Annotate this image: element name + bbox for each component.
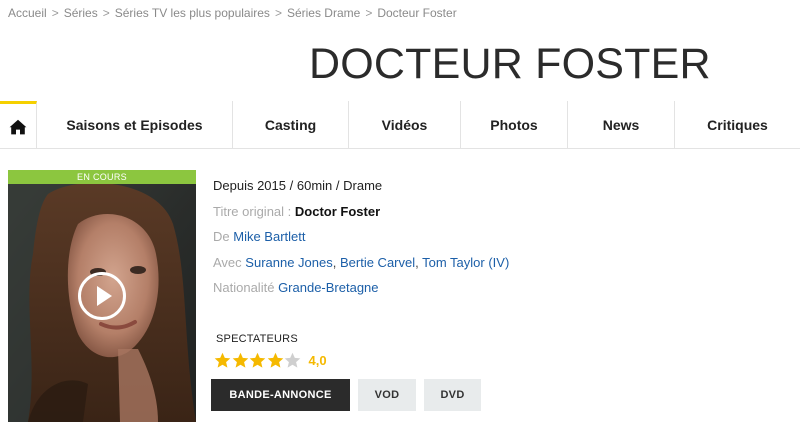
star-icon bbox=[214, 352, 231, 368]
page-title: DOCTEUR FOSTER bbox=[309, 40, 711, 88]
cast-link[interactable]: Suranne Jones bbox=[245, 255, 332, 270]
creator-link[interactable]: Mike Bartlett bbox=[233, 229, 305, 244]
series-poster[interactable]: EN COURS bbox=[8, 170, 196, 422]
series-info: Depuis 2015 / 60min / Drame Titre origin… bbox=[213, 178, 509, 306]
vod-button[interactable]: VOD bbox=[358, 379, 416, 411]
tab-photos[interactable]: Photos bbox=[461, 101, 568, 149]
info-row-nationality: Nationalité Grande-Bretagne bbox=[213, 280, 509, 306]
play-icon bbox=[97, 286, 112, 306]
breadcrumb: Accueil > Séries > Séries TV les plus popula… bbox=[8, 6, 457, 20]
breadcrumb-item-popular[interactable]: Séries TV les plus populaires bbox=[115, 6, 270, 20]
tab-home[interactable] bbox=[0, 101, 37, 149]
original-title: Doctor Foster bbox=[294, 203, 381, 219]
rating-score: 4,0 bbox=[308, 353, 327, 368]
rating-stars bbox=[214, 352, 302, 369]
cast-label: Avec bbox=[213, 254, 242, 270]
breadcrumb-separator: > bbox=[102, 6, 110, 20]
star-icon bbox=[232, 352, 248, 368]
play-button[interactable] bbox=[78, 272, 126, 320]
original-title-label: Titre original : bbox=[213, 203, 292, 219]
tab-critiques[interactable]: Critiques bbox=[675, 101, 800, 149]
tab-news[interactable]: News bbox=[568, 101, 675, 149]
info-row-meta: Depuis 2015 / 60min / Drame bbox=[213, 178, 383, 193]
tab-casting[interactable]: Casting bbox=[233, 101, 349, 149]
breadcrumb-item-drame[interactable]: Séries Drame bbox=[287, 6, 360, 20]
tab-saisons-episodes[interactable]: Saisons et Episodes bbox=[37, 101, 233, 149]
breadcrumb-separator: > bbox=[274, 6, 282, 20]
genre: Drame bbox=[343, 178, 383, 193]
release-year: Depuis 2015 bbox=[213, 178, 286, 193]
creator-label: De bbox=[213, 229, 230, 244]
spectator-rating: 4,0 bbox=[214, 352, 327, 369]
breadcrumb-current: Docteur Foster bbox=[377, 6, 457, 20]
breadcrumb-item-series[interactable]: Séries bbox=[64, 6, 98, 20]
info-row-original-title: Titre original : Doctor Foster bbox=[213, 204, 509, 230]
tab-videos[interactable]: Vidéos bbox=[349, 101, 461, 149]
spectators-label: SPECTATEURS bbox=[216, 333, 298, 345]
star-icon bbox=[249, 352, 266, 368]
breadcrumb-separator: > bbox=[365, 6, 373, 20]
breadcrumb-item-accueil[interactable]: Accueil bbox=[8, 6, 47, 20]
info-row-creator: De Mike Bartlett bbox=[213, 229, 509, 255]
duration: 60min bbox=[296, 178, 333, 193]
home-icon bbox=[9, 119, 27, 135]
star-icon bbox=[267, 352, 283, 368]
nationality-link[interactable]: Grande-Bretagne bbox=[278, 280, 378, 295]
star-icon bbox=[284, 352, 301, 368]
status-badge: EN COURS bbox=[8, 170, 196, 184]
info-row-cast: Avec Suranne Jones, Bertie Carvel, Tom T… bbox=[213, 254, 510, 270]
dvd-button[interactable]: DVD bbox=[424, 379, 481, 411]
trailer-button[interactable]: BANDE-ANNONCE bbox=[211, 379, 350, 411]
cast-link[interactable]: Tom Taylor (IV) bbox=[422, 255, 509, 270]
nationality-label: Nationalité bbox=[213, 280, 275, 295]
series-nav: Saisons et Episodes Casting Vidéos Photo… bbox=[0, 101, 800, 149]
cast-link[interactable]: Bertie Carvel bbox=[340, 255, 415, 270]
breadcrumb-separator: > bbox=[51, 6, 59, 20]
